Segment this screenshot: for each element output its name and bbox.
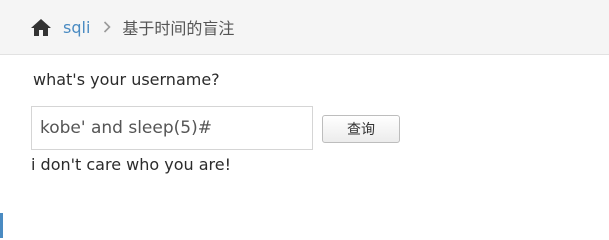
breadcrumb: sqli 基于时间的盲注 xyxy=(0,0,609,55)
home-icon[interactable] xyxy=(29,17,53,37)
username-input[interactable] xyxy=(31,106,313,150)
chevron-right-icon xyxy=(103,21,112,33)
edge-marker xyxy=(0,213,3,238)
username-prompt: what's your username? xyxy=(33,70,220,89)
page: sqli 基于时间的盲注 what's your username? 查询 i … xyxy=(0,0,609,238)
query-button[interactable]: 查询 xyxy=(322,115,400,143)
breadcrumb-current: 基于时间的盲注 xyxy=(122,19,235,38)
breadcrumb-link-sqli[interactable]: sqli xyxy=(63,18,90,37)
result-message: i don't care who you are! xyxy=(31,155,232,174)
